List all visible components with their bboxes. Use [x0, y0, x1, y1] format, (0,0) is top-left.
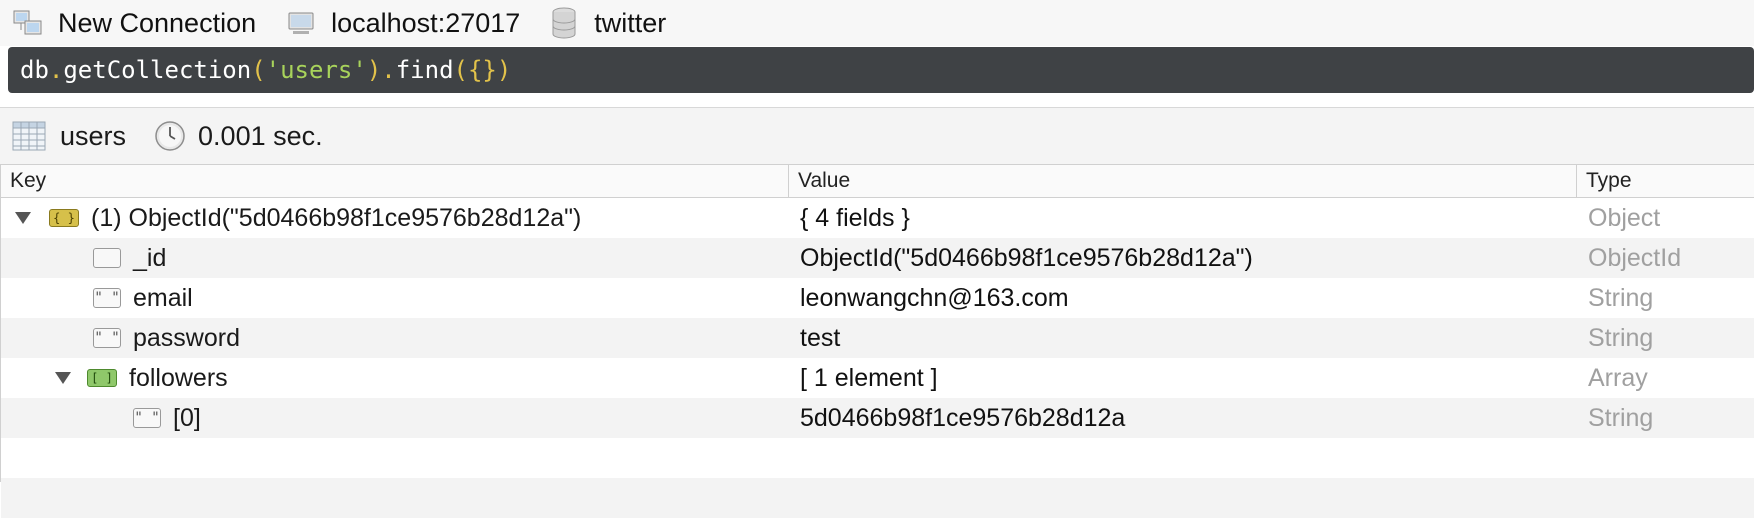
- query-paren-open: (: [251, 56, 266, 84]
- row-key: email: [133, 283, 193, 312]
- array-icon: [ ]: [87, 369, 117, 387]
- query-method-getcollection: getCollection: [63, 56, 252, 84]
- row-key: followers: [129, 363, 228, 392]
- breadcrumb-server-label: localhost:27017: [331, 7, 521, 38]
- object-icon: { }: [49, 209, 79, 227]
- database-icon: [548, 7, 580, 39]
- row-key: password: [133, 323, 240, 352]
- column-header-key[interactable]: Key: [1, 165, 789, 197]
- objectid-icon: [93, 248, 121, 268]
- query-editor[interactable]: db. getCollection('users'). find({}): [8, 47, 1754, 93]
- row-type: String: [1588, 283, 1654, 312]
- table-header: Key Value Type: [1, 164, 1754, 198]
- string-icon: " ": [133, 408, 161, 428]
- row-key: _id: [133, 243, 167, 272]
- expand-toggle-icon[interactable]: [55, 372, 71, 384]
- table-row[interactable]: " " password test String: [1, 318, 1754, 358]
- column-header-value[interactable]: Value: [789, 165, 1577, 197]
- table-icon: [12, 121, 46, 151]
- string-icon: " ": [93, 328, 121, 348]
- expand-toggle-icon[interactable]: [15, 212, 31, 224]
- table-row[interactable]: { } (1) ObjectId("5d0466b98f1ce9576b28d1…: [1, 198, 1754, 238]
- row-key: [0]: [173, 403, 201, 432]
- row-value: test: [800, 323, 841, 352]
- row-type: ObjectId: [1588, 243, 1682, 272]
- query-collection-literal: 'users': [265, 56, 367, 84]
- result-collection-name: users: [60, 120, 127, 151]
- table-row[interactable]: " " email leonwangchn@163.com String: [1, 278, 1754, 318]
- table-row[interactable]: _id ObjectId("5d0466b98f1ce9576b28d12a")…: [1, 238, 1754, 278]
- table-row[interactable]: [ ] followers [ 1 element ] Array: [1, 358, 1754, 398]
- column-header-type[interactable]: Type: [1577, 165, 1754, 197]
- string-icon: " ": [93, 288, 121, 308]
- row-type: Object: [1588, 203, 1661, 232]
- row-type: String: [1588, 403, 1654, 432]
- clock-icon: [154, 120, 186, 152]
- table-row[interactable]: " " [0] 5d0466b98f1ce9576b28d12a String: [1, 398, 1754, 438]
- server-icon: [285, 7, 317, 39]
- connection-icon: [12, 7, 44, 39]
- breadcrumb-connection-label: New Connection: [58, 7, 257, 38]
- breadcrumb-connection[interactable]: New Connection: [12, 0, 256, 46]
- row-value: { 4 fields }: [800, 203, 910, 232]
- results-tree-table: Key Value Type { } (1) ObjectId("5d0466b…: [0, 164, 1754, 518]
- row-value: leonwangchn@163.com: [800, 283, 1069, 312]
- result-execution-time: 0.001 sec.: [198, 120, 323, 151]
- row-value: 5d0466b98f1ce9576b28d12a: [800, 403, 1126, 432]
- breadcrumb-database-label: twitter: [594, 7, 667, 38]
- row-value: ObjectId("5d0466b98f1ce9576b28d12a"): [800, 243, 1253, 272]
- breadcrumb-database[interactable]: twitter: [548, 0, 666, 46]
- row-type: Array: [1588, 363, 1648, 392]
- row-type: String: [1588, 323, 1654, 352]
- breadcrumb: New Connection localhost:27017 twitter: [0, 0, 1754, 46]
- query-args: ({}): [453, 56, 512, 84]
- query-dot: .: [381, 56, 396, 84]
- row-key: (1) ObjectId("5d0466b98f1ce9576b28d12a"): [91, 203, 582, 232]
- query-method-find: find: [395, 56, 454, 84]
- query-paren-close: ): [366, 56, 382, 84]
- query-dot: .: [48, 56, 64, 84]
- table-empty-row: [1, 478, 1754, 518]
- table-empty-row: [1, 438, 1754, 478]
- row-value: [ 1 element ]: [800, 363, 938, 392]
- query-db: db: [20, 56, 49, 84]
- breadcrumb-server[interactable]: localhost:27017: [285, 0, 520, 46]
- result-info-bar: users 0.001 sec.: [0, 108, 1754, 164]
